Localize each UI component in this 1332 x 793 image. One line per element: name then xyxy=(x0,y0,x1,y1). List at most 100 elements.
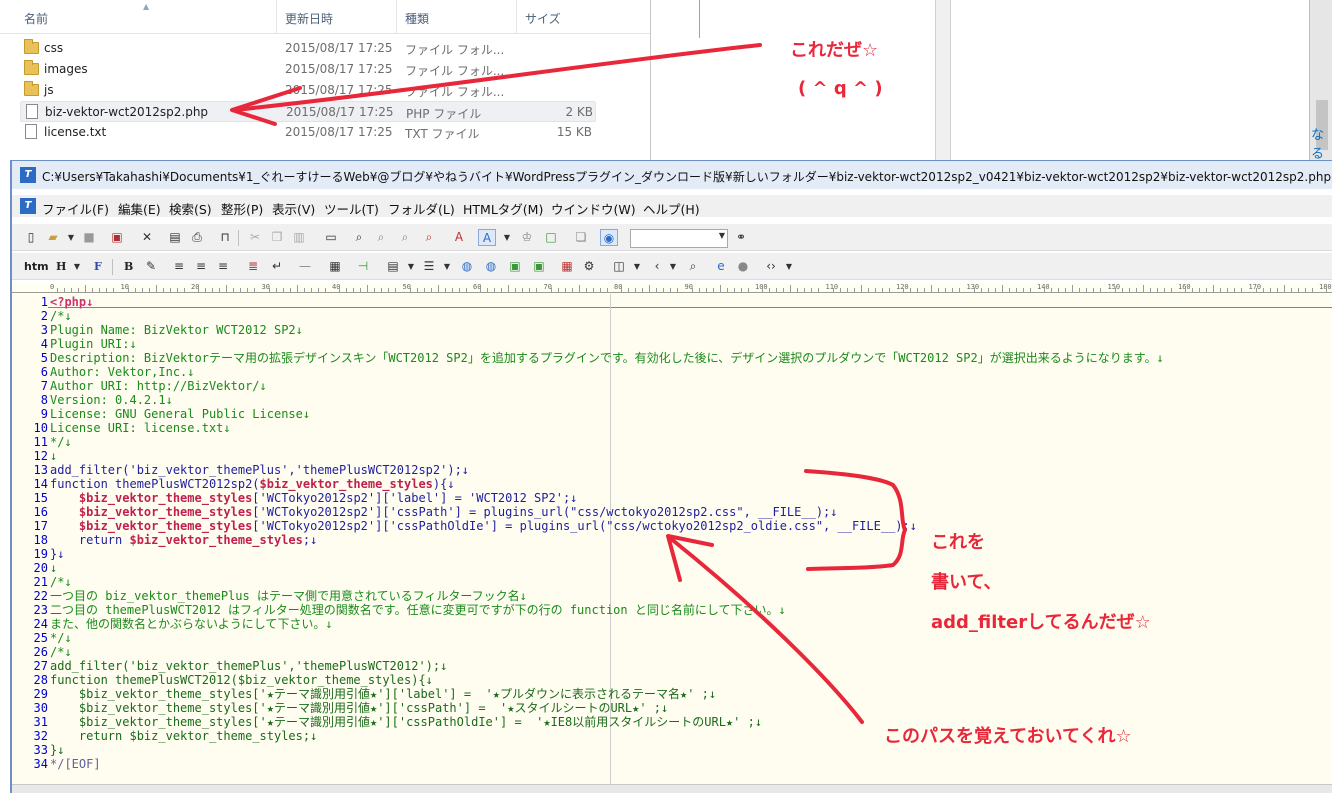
app-menu-icon[interactable]: T xyxy=(20,198,36,214)
code-line[interactable]: return $biz_vektor_theme_styles;↓ xyxy=(50,729,317,743)
image-icon[interactable]: ▣ xyxy=(506,258,524,275)
dropdown-icon[interactable]: ▼ xyxy=(719,231,725,240)
code-line[interactable]: $biz_vektor_theme_styles['★テーマ識別用引値★']['… xyxy=(50,701,668,715)
globe-icon[interactable]: ◍ xyxy=(482,258,500,275)
font-style-icon[interactable]: A xyxy=(478,229,496,246)
menu-help[interactable]: ヘルプ(H) xyxy=(643,199,700,218)
gray-circle-icon[interactable]: ● xyxy=(734,258,752,275)
code-line[interactable]: Plugin Name: BizVektor WCT2012 SP2↓ xyxy=(50,323,303,337)
close-icon[interactable]: ✕ xyxy=(138,229,156,246)
code-line[interactable]: add_filter('biz_vektor_themePlus','theme… xyxy=(50,463,469,477)
code-line[interactable]: Author: Vektor,Inc.↓ xyxy=(50,365,195,379)
code-line[interactable]: $biz_vektor_theme_styles['★テーマ識別用引値★']['… xyxy=(50,687,716,701)
toolbar-combo[interactable]: ▼ xyxy=(630,229,728,248)
code-line[interactable]: */↓ xyxy=(50,631,72,645)
bullet-list-icon[interactable]: ☰ xyxy=(420,258,438,275)
new-file-icon[interactable]: ▯ xyxy=(22,229,40,246)
find-icon[interactable]: ⌕ xyxy=(350,229,368,246)
column-header-name[interactable]: 名前 xyxy=(24,10,48,27)
code-line[interactable]: また、他の関数名とかぶらないようにして下さい。↓ xyxy=(50,617,333,631)
code-line[interactable]: Author URI: http://BizVektor/↓ xyxy=(50,379,267,393)
dropdown-icon[interactable]: ▼ xyxy=(438,258,456,275)
italic-icon[interactable]: ✎ xyxy=(142,258,160,275)
code-line[interactable]: add_filter('biz_vektor_themePlus','theme… xyxy=(50,659,447,673)
replace-icon[interactable]: ⌕ xyxy=(396,229,414,246)
code-line[interactable]: Plugin URI:↓ xyxy=(50,337,137,351)
browser-icon[interactable]: ◉ xyxy=(600,229,618,246)
align-center-icon[interactable]: ≡ xyxy=(192,258,210,275)
code-line[interactable]: function themePlusWCT2012($biz_vektor_th… xyxy=(50,673,433,687)
code-line[interactable]: */[EOF] xyxy=(50,757,101,771)
bold-button[interactable]: B xyxy=(124,258,133,275)
column-header-size[interactable]: サイズ xyxy=(525,10,561,27)
horizontal-scrollbar[interactable] xyxy=(12,784,1332,793)
hr-icon[interactable]: — xyxy=(296,258,314,275)
file-row-license[interactable]: license.txt 2015/08/17 17:25 TXT ファイル 15… xyxy=(20,122,596,143)
form-icon[interactable]: ▤ xyxy=(384,258,402,275)
align-left-icon[interactable]: ≡ xyxy=(170,258,188,275)
frame-icon[interactable]: ◫ xyxy=(610,258,628,275)
menu-window[interactable]: ウインドウ(W) xyxy=(551,199,636,218)
print-preview-icon[interactable]: ▤ xyxy=(166,229,184,246)
line-break-icon[interactable]: ↵ xyxy=(268,258,286,275)
crown-icon[interactable]: ♔ xyxy=(518,229,536,246)
code-line[interactable]: 一つ目の biz_vektor_themePlus はテーマ側で用意されているフ… xyxy=(50,589,527,603)
menu-edit[interactable]: 編集(E) xyxy=(118,199,161,218)
heading-button[interactable]: H xyxy=(56,258,66,275)
find-next-icon[interactable]: ⌕ xyxy=(372,229,390,246)
code-line[interactable]: function themePlusWCT2012sp2($biz_vektor… xyxy=(50,477,455,491)
tag-pair-icon[interactable]: ‹› xyxy=(762,258,780,275)
code-line[interactable]: }↓ xyxy=(50,547,64,561)
css-icon[interactable]: ⚙ xyxy=(580,258,598,275)
code-line[interactable]: $biz_vektor_theme_styles['WCTokyo2012sp2… xyxy=(50,519,917,533)
file-row-images[interactable]: images 2015/08/17 17:25 ファイル フォル... xyxy=(20,59,596,80)
code-line[interactable]: Version: 0.4.2.1↓ xyxy=(50,393,173,407)
menu-tools[interactable]: ツール(T) xyxy=(324,199,379,218)
pane-scrollbar[interactable] xyxy=(935,0,951,160)
dropdown-icon[interactable]: ▼ xyxy=(780,258,798,275)
file-row-css[interactable]: css 2015/08/17 17:25 ファイル フォル... xyxy=(20,38,596,59)
save-disabled-icon[interactable]: ■ xyxy=(80,229,98,246)
find-in-files-icon[interactable]: ⌕ xyxy=(420,229,438,246)
code-line[interactable]: $biz_vektor_theme_styles['WCTokyo2012sp2… xyxy=(50,491,578,505)
binoculars-icon[interactable]: ⚭ xyxy=(732,229,750,246)
file-row-js[interactable]: js 2015/08/17 17:25 ファイル フォル... xyxy=(20,80,596,101)
cut-icon[interactable]: ✂ xyxy=(246,229,264,246)
column-divider[interactable] xyxy=(276,0,277,34)
menu-html-tag[interactable]: HTMLタグ(M) xyxy=(463,199,543,218)
copy-icon[interactable]: ❐ xyxy=(268,229,286,246)
green-box-icon[interactable]: □ xyxy=(542,229,560,246)
ie-icon[interactable]: e xyxy=(712,258,730,275)
code-line[interactable]: Description: BizVektorテーマ用の拡張デザインスキン「WCT… xyxy=(50,351,1164,365)
lock-icon[interactable]: ⊓ xyxy=(216,229,234,246)
print-icon[interactable]: ⎙ xyxy=(188,229,206,246)
duplicate-icon[interactable]: ❏ xyxy=(572,229,590,246)
code-line[interactable]: /*↓ xyxy=(50,575,72,589)
menu-folder[interactable]: フォルダ(L) xyxy=(388,199,455,218)
image-map-icon[interactable]: ▣ xyxy=(530,258,548,275)
code-line[interactable]: */↓ xyxy=(50,435,72,449)
spellcheck-icon[interactable]: A xyxy=(450,229,468,246)
dropdown-icon[interactable]: ▼ xyxy=(62,229,80,246)
app-icon[interactable]: T xyxy=(20,167,36,183)
open-folder-icon[interactable]: ▰ xyxy=(44,229,62,246)
menu-search[interactable]: 検索(S) xyxy=(169,199,212,218)
dropdown-icon[interactable]: ▼ xyxy=(498,229,516,246)
paste-icon[interactable]: ▥ xyxy=(290,229,308,246)
color-palette-icon[interactable]: ▦ xyxy=(558,258,576,275)
column-header-date[interactable]: 更新日時 xyxy=(285,10,333,27)
font-button[interactable]: F xyxy=(94,258,102,275)
dropdown-icon[interactable]: ▼ xyxy=(664,258,682,275)
code-line[interactable]: return $biz_vektor_theme_styles;↓ xyxy=(50,533,317,547)
anchor-icon[interactable]: ⊣ xyxy=(354,258,372,275)
code-line[interactable]: License: GNU General Public License↓ xyxy=(50,407,310,421)
htm-button[interactable]: htm xyxy=(24,258,49,275)
table-icon[interactable]: ▦ xyxy=(326,258,344,275)
list-icon[interactable]: ≣ xyxy=(244,258,262,275)
globe-link-icon[interactable]: ◍ xyxy=(458,258,476,275)
dropdown-icon[interactable]: ▼ xyxy=(68,258,86,275)
preview-icon[interactable]: ⌕ xyxy=(684,258,702,275)
code-line[interactable]: $biz_vektor_theme_styles['WCTokyo2012sp2… xyxy=(50,505,838,519)
save-all-icon[interactable]: ▣ xyxy=(108,229,126,246)
dropdown-icon[interactable]: ▼ xyxy=(402,258,420,275)
